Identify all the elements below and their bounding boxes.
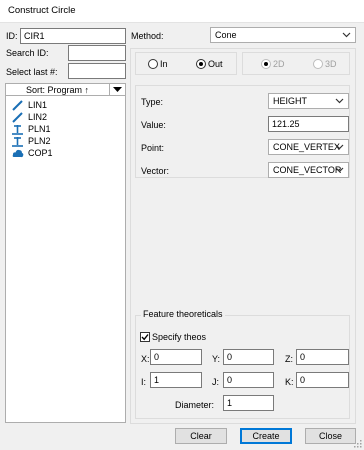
- sort-label: Sort: Program ↑: [25, 85, 90, 95]
- point-dropdown[interactable]: CONE_VERTEX: [268, 139, 349, 155]
- i-label: I:: [141, 377, 147, 387]
- k-label: K:: [285, 377, 294, 387]
- select-last-label: Select last #:: [6, 67, 58, 77]
- resize-grip-icon[interactable]: [352, 438, 362, 448]
- chevron-down-icon: [335, 144, 344, 150]
- sort-header[interactable]: Sort: Program ↑: [5, 83, 126, 96]
- sort-divider: [109, 84, 110, 95]
- point-value: CONE_VERTEX: [273, 142, 340, 152]
- value-field[interactable]: 121.25: [268, 116, 349, 132]
- list-item-label: PLN1: [28, 124, 51, 134]
- chevron-down-icon: [335, 98, 344, 104]
- checkmark-icon: [141, 334, 149, 341]
- j-field[interactable]: 0: [223, 372, 274, 388]
- out-radio[interactable]: [196, 59, 206, 69]
- i-field[interactable]: 1: [150, 372, 202, 388]
- diameter-label: Diameter:: [175, 400, 215, 410]
- 3d-radio[interactable]: [313, 59, 323, 69]
- in-label: In: [160, 59, 168, 69]
- method-dropdown[interactable]: Cone: [210, 27, 356, 43]
- create-button[interactable]: Create: [240, 428, 292, 444]
- z-field[interactable]: 0: [296, 349, 349, 365]
- point-cloud-icon: [12, 149, 24, 158]
- vector-dropdown[interactable]: CONE_VECTOR: [268, 162, 349, 178]
- in-radio[interactable]: [148, 59, 158, 69]
- list-item-label: PLN2: [28, 136, 51, 146]
- y-label: Y:: [212, 354, 221, 364]
- close-button[interactable]: Close: [305, 428, 356, 444]
- id-label: ID:: [6, 31, 18, 41]
- j-label: J:: [212, 377, 220, 387]
- feature-list[interactable]: LIN1 LIN2 PLN1 PLN2 COP1: [5, 96, 126, 423]
- x-label: X:: [141, 354, 150, 364]
- type-label: Type:: [141, 97, 164, 107]
- vector-label: Vector:: [141, 166, 170, 176]
- 2d-radio[interactable]: [261, 59, 271, 69]
- method-value: Cone: [215, 30, 237, 40]
- id-field[interactable]: CIR1: [20, 28, 126, 44]
- x-field[interactable]: 0: [150, 349, 202, 365]
- specify-theos-checkbox[interactable]: [140, 332, 150, 342]
- select-last-input[interactable]: [68, 63, 126, 79]
- point-label: Point:: [141, 143, 165, 153]
- 3d-label: 3D: [325, 59, 337, 69]
- specify-theos-label: Specify theos: [152, 332, 207, 342]
- search-id-label: Search ID:: [6, 48, 49, 58]
- list-item-label: LIN1: [28, 100, 48, 110]
- list-item-label: COP1: [28, 148, 53, 158]
- value-label: Value:: [141, 120, 166, 130]
- window-title: Construct Circle: [8, 5, 76, 16]
- type-dropdown[interactable]: HEIGHT: [268, 93, 349, 109]
- list-item-label: LIN2: [28, 112, 48, 122]
- plane-icon: [12, 137, 23, 147]
- vector-value: CONE_VECTOR: [273, 165, 342, 175]
- search-id-input[interactable]: [68, 45, 126, 61]
- line-icon: [12, 100, 23, 111]
- sort-dropdown-icon[interactable]: [113, 87, 122, 93]
- out-label: Out: [208, 59, 223, 69]
- k-field[interactable]: 0: [296, 372, 349, 388]
- chevron-down-icon: [342, 32, 351, 38]
- diameter-field[interactable]: 1: [223, 395, 274, 411]
- y-field[interactable]: 0: [223, 349, 274, 365]
- title-bar: Construct Circle: [0, 0, 364, 22]
- 2d-label: 2D: [273, 59, 285, 69]
- plane-icon: [12, 125, 23, 135]
- type-value: HEIGHT: [273, 96, 308, 106]
- clear-button[interactable]: Clear: [175, 428, 227, 444]
- line-icon: [12, 112, 23, 123]
- z-label: Z:: [285, 354, 293, 364]
- chevron-down-icon: [335, 167, 344, 173]
- feature-theoreticals-title: Feature theoreticals: [141, 309, 225, 319]
- method-label: Method:: [131, 31, 164, 41]
